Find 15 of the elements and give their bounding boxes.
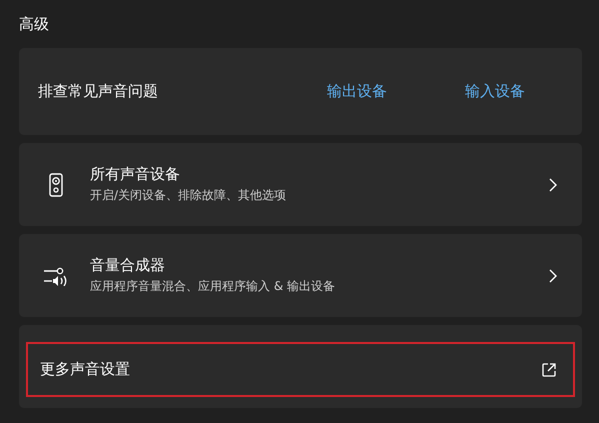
link[interactable]: 输入设备 — [465, 82, 525, 101]
chevron-right-icon — [549, 178, 557, 192]
settings-card[interactable]: 音量合成器 应用程序音量混合、应用程序输入 & 输出设备 — [19, 234, 582, 317]
section-heading: 高级 — [19, 14, 50, 35]
external-link-icon — [541, 362, 557, 378]
link[interactable]: 输出设备 — [327, 82, 387, 101]
card-subtitle: 应用程序音量混合、应用程序输入 & 输出设备 — [90, 278, 336, 295]
card-title: 排查常见声音问题 — [38, 82, 159, 101]
card-title: 所有声音设备 — [90, 165, 181, 184]
settings-card[interactable]: 更多声音设置 — [19, 325, 582, 408]
card-title: 音量合成器 — [90, 256, 166, 275]
settings-card[interactable]: 所有声音设备 开启/关闭设备、排除故障、其他选项 — [19, 143, 582, 226]
card-subtitle: 开启/关闭设备、排除故障、其他选项 — [90, 187, 288, 204]
card-title: 更多声音设置 — [40, 360, 131, 379]
chevron-right-icon — [549, 268, 557, 282]
